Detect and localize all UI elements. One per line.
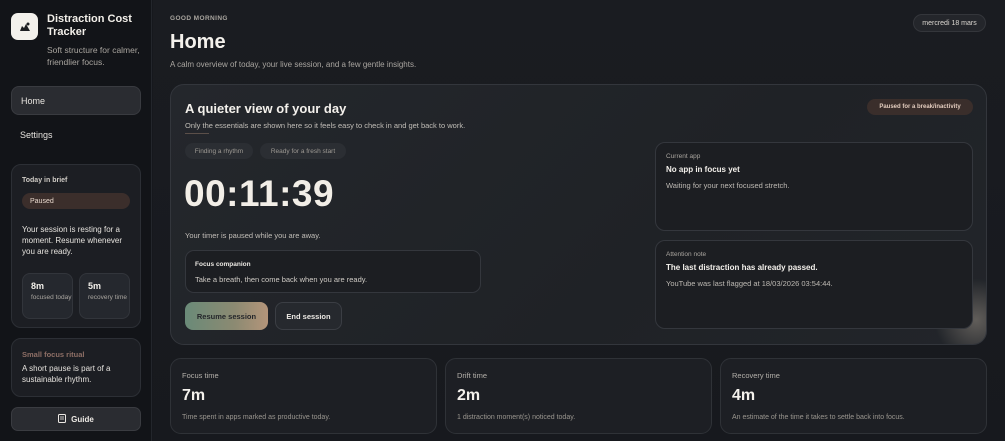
ritual-title: Small focus ritual [22, 350, 85, 359]
main-content: GOOD MORNING Home A calm overview of tod… [153, 0, 1005, 441]
current-app-title: No app in focus yet [666, 165, 740, 174]
status-badge: Paused [22, 193, 130, 209]
page-subtitle: A calm overview of today, your live sess… [170, 60, 417, 69]
nav-item-settings[interactable]: Settings [11, 120, 141, 149]
attention-label: Attention note [666, 251, 707, 258]
attention-text: YouTube was last flagged at 18/03/2026 0… [666, 279, 833, 288]
app-logo-icon [11, 13, 38, 40]
greeting: GOOD MORNING [170, 15, 228, 22]
guide-label: Guide [71, 414, 94, 424]
divider [185, 133, 209, 134]
hero-subtitle: Only the essentials are shown here so it… [185, 121, 466, 130]
session-hero-card: A quieter view of your day Only the esse… [170, 84, 987, 345]
stat-focused-today: 8m focused today [22, 273, 73, 319]
metric-value: 7m [182, 387, 206, 404]
metric-label: Recovery time [732, 371, 780, 380]
metric-value: 4m [732, 387, 756, 404]
app-title: Distraction Cost Tracker [47, 13, 132, 38]
focus-ritual-card: Small focus ritual A short pause is part… [11, 338, 141, 397]
metric-drift-time: Drift time 2m 1 distraction moment(s) no… [445, 358, 712, 434]
ritual-text: A short pause is part of a sustainable r… [22, 364, 111, 384]
focus-companion-card: Focus companion Take a breath, then come… [185, 250, 481, 293]
date-badge: mercredi 18 mars [913, 14, 986, 32]
companion-title: Focus companion [195, 261, 251, 268]
stat-value: 8m [31, 281, 45, 291]
attention-title: The last distraction has already passed. [666, 263, 818, 272]
stat-recovery-time: 5m recovery time [79, 273, 130, 319]
chip-fresh-start: Ready for a fresh start [260, 143, 346, 159]
brief-message: Your session is resting for a moment. Re… [22, 225, 123, 256]
metric-description: Time spent in apps marked as productive … [182, 414, 331, 421]
current-app-text: Waiting for your next focused stretch. [666, 181, 790, 190]
metric-label: Focus time [182, 371, 219, 380]
attention-note-card: Attention note The last distraction has … [655, 240, 973, 329]
companion-text: Take a breath, then come back when you a… [195, 275, 368, 284]
chip-rhythm: Finding a rhythm [185, 143, 253, 159]
end-session-button[interactable]: End session [275, 302, 342, 330]
metric-description: An estimate of the time it takes to sett… [732, 414, 905, 421]
brief-title: Today in brief [22, 177, 68, 184]
guide-button[interactable]: Guide [11, 407, 141, 431]
stat-label: recovery time [88, 294, 128, 301]
current-app-label: Current app [666, 153, 701, 160]
metric-description: 1 distraction moment(s) noticed today. [457, 414, 576, 421]
metric-value: 2m [457, 387, 481, 404]
session-timer: 00:11:39 [184, 173, 335, 214]
hero-title: A quieter view of your day [185, 101, 347, 116]
current-app-card: Current app No app in focus yet Waiting … [655, 142, 973, 231]
metric-focus-time: Focus time 7m Time spent in apps marked … [170, 358, 437, 434]
stat-value: 5m [88, 281, 102, 291]
metric-recovery-time: Recovery time 4m An estimate of the time… [720, 358, 987, 434]
today-brief-card: Today in brief Paused Your session is re… [11, 164, 141, 328]
timer-note: Your timer is paused while you are away. [185, 231, 321, 240]
page-title: Home [170, 31, 226, 53]
session-status-badge: Paused for a break/inactivity [867, 99, 973, 115]
stat-label: focused today [31, 294, 72, 301]
nav-item-home[interactable]: Home [11, 86, 141, 115]
app-subtitle: Soft structure for calmer, friendlier fo… [47, 45, 140, 67]
book-icon [58, 413, 67, 425]
resume-session-button[interactable]: Resume session [185, 302, 268, 330]
sidebar: Distraction Cost Tracker Soft structure … [0, 0, 152, 441]
metric-label: Drift time [457, 371, 487, 380]
